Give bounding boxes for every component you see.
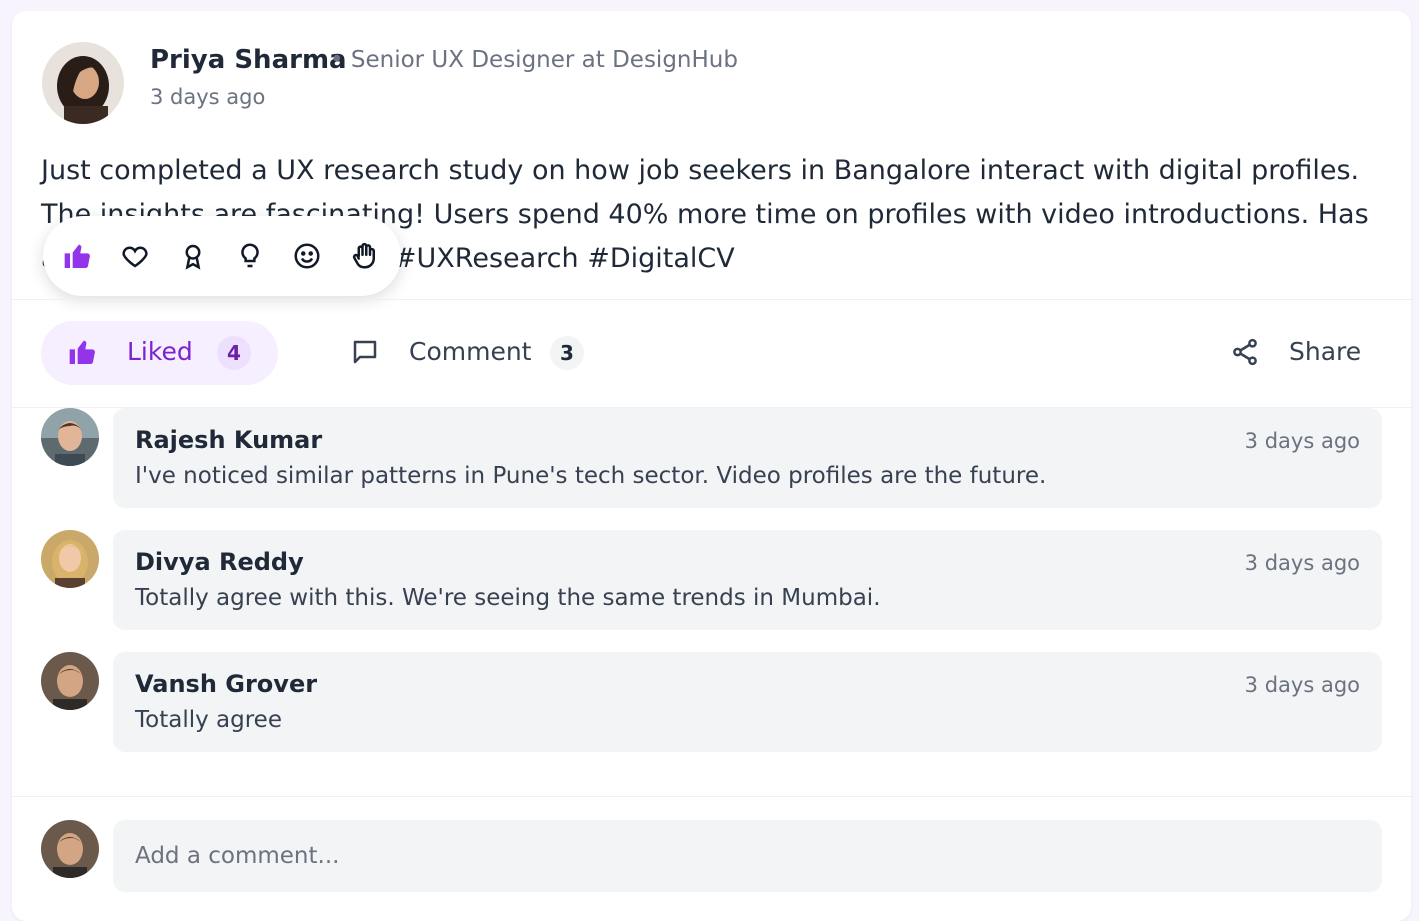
post-card: Priya Sharma • Senior UX Designer at Des…	[12, 11, 1411, 921]
comment-time: 3 days ago	[1244, 429, 1360, 453]
commenter-name[interactable]: Rajesh Kumar	[135, 426, 322, 454]
author-name[interactable]: Priya Sharma	[150, 45, 347, 75]
comment-time: 3 days ago	[1244, 551, 1360, 575]
comment-text: Totally agree with this. We're seeing th…	[135, 585, 881, 611]
author-avatar[interactable]	[42, 42, 124, 124]
heart-icon[interactable]	[117, 238, 153, 274]
comment-button[interactable]: Comment 3	[342, 321, 592, 385]
comment-text: Totally agree	[135, 707, 282, 733]
award-icon[interactable]	[175, 238, 211, 274]
like-button[interactable]: Liked 4	[41, 321, 278, 385]
share-icon	[1230, 337, 1260, 371]
author-role: • Senior UX Designer at DesignHub	[330, 47, 738, 73]
commenter-avatar[interactable]	[41, 652, 99, 710]
hand-icon[interactable]	[347, 238, 383, 274]
commenter-avatar[interactable]	[41, 408, 99, 466]
share-label: Share	[1289, 337, 1362, 366]
like-label: Liked	[127, 337, 193, 366]
divider	[12, 796, 1411, 797]
comment-label: Comment	[409, 337, 532, 366]
comment-text: I've noticed similar patterns in Pune's …	[135, 463, 1047, 489]
like-count: 4	[217, 336, 251, 370]
reaction-picker	[43, 216, 401, 296]
comment-count: 3	[550, 336, 584, 370]
comment-bubble: Divya Reddy 3 days ago Totally agree wit…	[113, 530, 1382, 630]
comment-icon	[350, 337, 380, 371]
commenter-name[interactable]: Vansh Grover	[135, 670, 317, 698]
like-icon[interactable]	[60, 238, 96, 274]
lightbulb-icon[interactable]	[232, 238, 268, 274]
thumbs-up-icon	[67, 336, 99, 372]
add-comment-input[interactable]	[113, 820, 1382, 892]
comment-bubble: Vansh Grover 3 days ago Totally agree	[113, 652, 1382, 752]
comment-bubble: Rajesh Kumar 3 days ago I've noticed sim…	[113, 408, 1382, 508]
share-button[interactable]: Share	[1222, 321, 1372, 385]
smile-icon[interactable]	[289, 238, 325, 274]
current-user-avatar	[41, 820, 99, 878]
post-time: 3 days ago	[150, 85, 266, 109]
divider	[12, 299, 1411, 300]
commenter-avatar[interactable]	[41, 530, 99, 588]
comment-time: 3 days ago	[1244, 673, 1360, 697]
commenter-name[interactable]: Divya Reddy	[135, 548, 304, 576]
